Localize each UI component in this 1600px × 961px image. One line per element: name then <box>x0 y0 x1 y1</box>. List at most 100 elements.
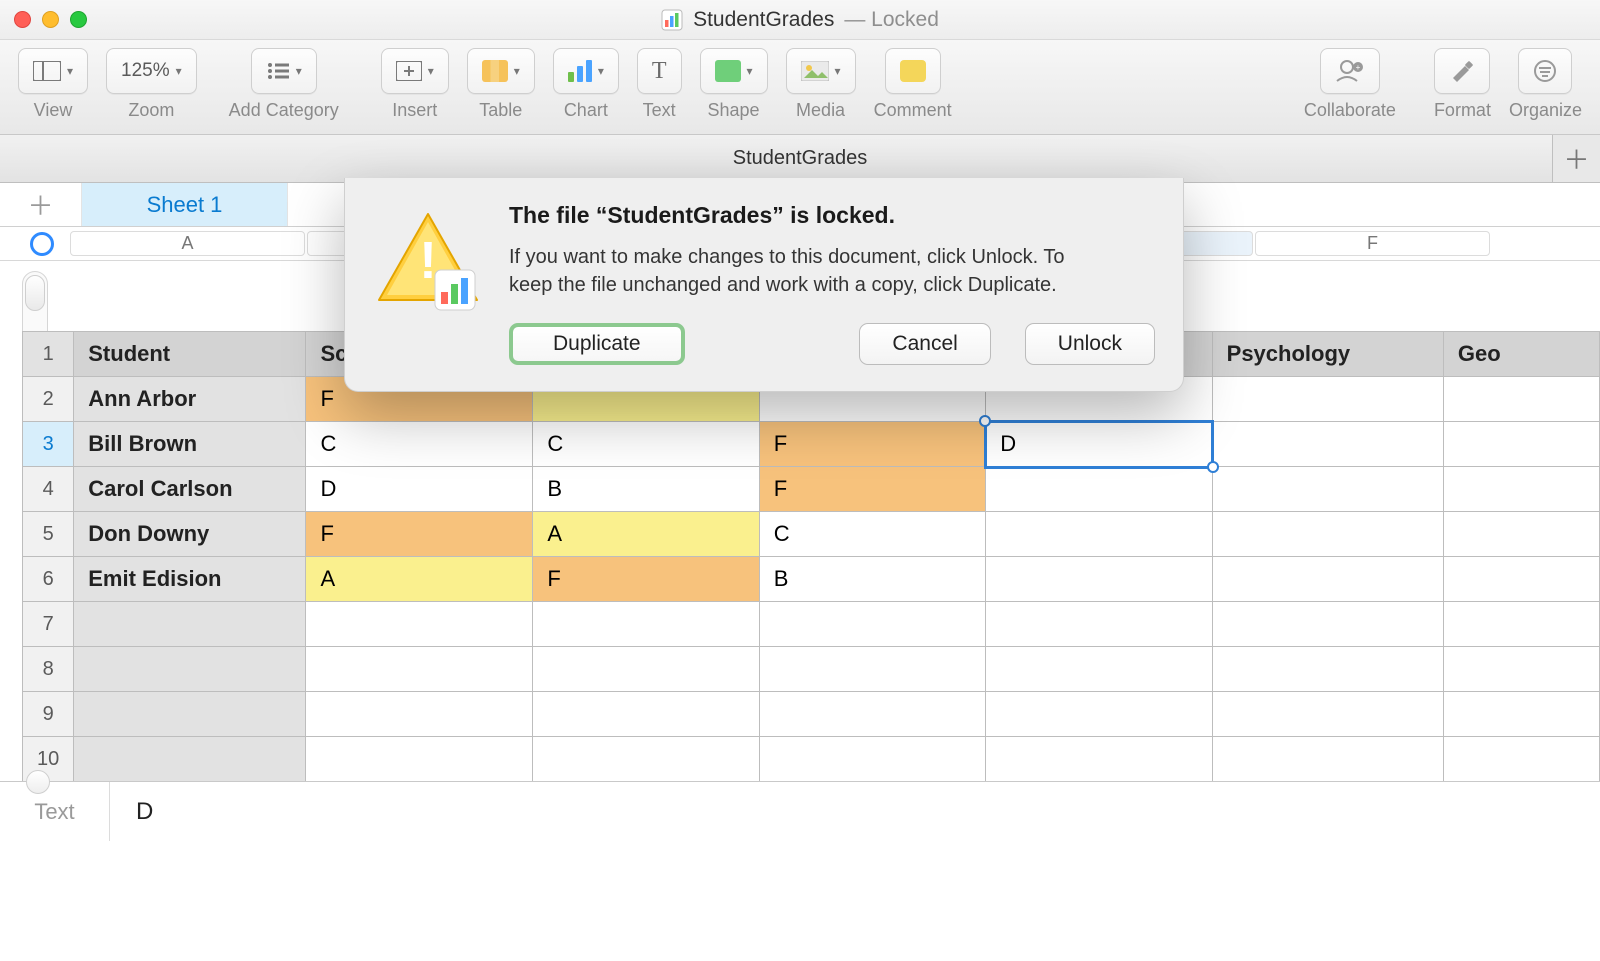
row-header-5[interactable]: 5 <box>23 512 74 557</box>
cell[interactable] <box>986 557 1212 602</box>
cell[interactable] <box>1212 737 1443 782</box>
row-header-8[interactable]: 8 <box>23 647 74 692</box>
cell[interactable] <box>533 692 759 737</box>
view-button[interactable]: ▾ <box>18 48 88 94</box>
formula-bar-resize-knob[interactable] <box>26 770 50 794</box>
cell[interactable]: F <box>759 467 985 512</box>
sheet-tab-1[interactable]: Sheet 1 <box>82 183 288 226</box>
row-scroll-knob[interactable] <box>25 275 45 311</box>
col-header-student[interactable]: Student <box>74 332 306 377</box>
row-header-3[interactable]: 3 <box>23 422 74 467</box>
add-category-button[interactable]: ▾ <box>251 48 317 94</box>
cell[interactable] <box>1212 692 1443 737</box>
cell[interactable] <box>1443 647 1599 692</box>
media-button[interactable]: ▾ <box>786 48 856 94</box>
cell[interactable] <box>306 647 533 692</box>
comment-button[interactable] <box>885 48 941 94</box>
cell[interactable] <box>1212 422 1443 467</box>
column-ref-A[interactable]: A <box>70 231 305 256</box>
row-header-2[interactable]: 2 <box>23 377 74 422</box>
chart-button[interactable]: ▾ <box>553 48 619 94</box>
cell[interactable] <box>759 602 985 647</box>
table-row: 3Bill BrownCCFD <box>23 422 1600 467</box>
cell[interactable]: Bill Brown <box>74 422 306 467</box>
formula-bar-value[interactable]: D <box>110 798 153 826</box>
cell[interactable] <box>1443 422 1599 467</box>
cell[interactable] <box>1443 512 1599 557</box>
cell[interactable]: Carol Carlson <box>74 467 306 512</box>
cell[interactable] <box>306 692 533 737</box>
cell[interactable]: F <box>306 512 533 557</box>
cell[interactable] <box>74 647 306 692</box>
cell[interactable] <box>986 692 1212 737</box>
cell[interactable]: Ann Arbor <box>74 377 306 422</box>
cell[interactable] <box>1443 602 1599 647</box>
cell[interactable]: A <box>533 512 759 557</box>
cell[interactable] <box>74 602 306 647</box>
add-something-button[interactable]: ＋ <box>1552 135 1600 182</box>
cell[interactable] <box>986 737 1212 782</box>
cell[interactable] <box>1443 377 1599 422</box>
text-button[interactable]: T <box>637 48 682 94</box>
cell[interactable]: C <box>306 422 533 467</box>
cell[interactable] <box>533 602 759 647</box>
cell[interactable] <box>1443 557 1599 602</box>
cell[interactable]: B <box>759 557 985 602</box>
cell[interactable] <box>986 602 1212 647</box>
format-button[interactable] <box>1434 48 1490 94</box>
cell[interactable] <box>986 512 1212 557</box>
cell[interactable] <box>1212 557 1443 602</box>
cell[interactable] <box>533 737 759 782</box>
cell[interactable]: C <box>759 512 985 557</box>
media-icon <box>801 61 829 81</box>
table-button[interactable]: ▾ <box>467 48 535 94</box>
cell[interactable]: D <box>306 467 533 512</box>
row-header-4[interactable]: 4 <box>23 467 74 512</box>
duplicate-button[interactable]: Duplicate <box>509 323 685 365</box>
col-header-geography[interactable]: Geo <box>1443 332 1599 377</box>
cell[interactable] <box>306 602 533 647</box>
cell[interactable] <box>1212 647 1443 692</box>
cell[interactable] <box>306 737 533 782</box>
zoom-button[interactable]: 125% ▾ <box>106 48 197 94</box>
cell[interactable] <box>1443 692 1599 737</box>
cell[interactable] <box>74 737 306 782</box>
cell[interactable]: F <box>759 422 985 467</box>
collaborate-button[interactable]: + <box>1320 48 1380 94</box>
cell[interactable] <box>759 692 985 737</box>
cancel-button[interactable]: Cancel <box>859 323 990 365</box>
chevron-down-icon: ▾ <box>514 64 520 78</box>
cell[interactable]: B <box>533 467 759 512</box>
col-header-psychology[interactable]: Psychology <box>1212 332 1443 377</box>
organize-button[interactable] <box>1518 48 1572 94</box>
cell[interactable]: Don Downy <box>74 512 306 557</box>
insert-button[interactable]: ▾ <box>381 48 449 94</box>
cell[interactable] <box>1443 467 1599 512</box>
cell[interactable]: Emit Edision <box>74 557 306 602</box>
cell[interactable] <box>759 737 985 782</box>
cell[interactable] <box>986 467 1212 512</box>
add-sheet-button[interactable]: ＋ <box>0 183 82 226</box>
cell[interactable]: C <box>533 422 759 467</box>
select-all-circle[interactable] <box>30 232 54 256</box>
cell[interactable] <box>1212 467 1443 512</box>
row-header-7[interactable]: 7 <box>23 602 74 647</box>
chevron-down-icon: ▾ <box>296 64 302 78</box>
cell[interactable]: F <box>533 557 759 602</box>
cell[interactable]: A <box>306 557 533 602</box>
cell[interactable]: D <box>986 422 1212 467</box>
row-header-1[interactable]: 1 <box>23 332 74 377</box>
cell[interactable] <box>986 647 1212 692</box>
row-header-9[interactable]: 9 <box>23 692 74 737</box>
cell[interactable] <box>74 692 306 737</box>
cell[interactable] <box>1212 602 1443 647</box>
unlock-button[interactable]: Unlock <box>1025 323 1155 365</box>
shape-button[interactable]: ▾ <box>700 48 768 94</box>
cell[interactable] <box>759 647 985 692</box>
cell[interactable] <box>1212 377 1443 422</box>
cell[interactable] <box>1212 512 1443 557</box>
row-header-6[interactable]: 6 <box>23 557 74 602</box>
cell[interactable] <box>533 647 759 692</box>
column-ref-F[interactable]: F <box>1255 231 1490 256</box>
cell[interactable] <box>1443 737 1599 782</box>
